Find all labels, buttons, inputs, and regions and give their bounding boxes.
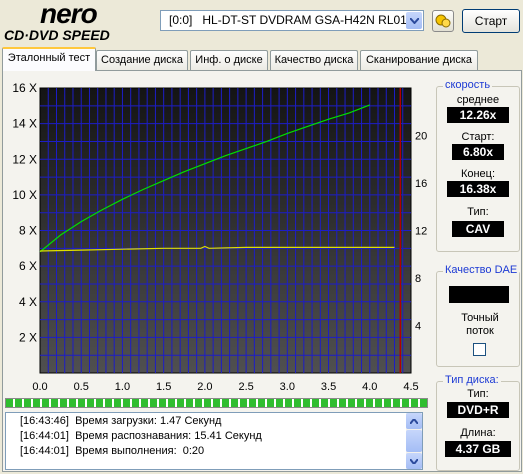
log-list[interactable]: [16:43:46] Время загрузки: 1.47 Секунд […: [5, 412, 423, 470]
avg-speed-label: среднее: [456, 94, 500, 106]
x-tick-label: 2.5: [238, 381, 253, 393]
nero-logo-bottom: CD·DVD SPEED: [4, 27, 110, 43]
log-text: Время загрузки: 1.47 Секунд: [75, 415, 222, 427]
chevron-down-icon[interactable]: [406, 12, 422, 29]
dae-group-title: Качество DAE: [443, 264, 520, 276]
x-tick-label: 2.0: [197, 381, 212, 393]
log-time: [16:43:46]: [20, 415, 69, 427]
tab-disc-scan[interactable]: Сканирование диска: [360, 50, 478, 70]
x-tick-label: 3.5: [321, 381, 336, 393]
speed-type-value: CAV: [452, 221, 504, 237]
y-left-tick-label: 16 X: [12, 81, 37, 95]
start-speed-label: Старт:: [461, 131, 495, 143]
tab-disc-quality[interactable]: Качество диска: [270, 50, 358, 70]
x-tick-label: 4.0: [362, 381, 377, 393]
log-text: Время распознавания: 15.41 Секунд: [75, 430, 262, 442]
speed-group-title: скорость: [443, 79, 493, 91]
disc-length-label: Длина:: [460, 427, 496, 439]
y-left-tick-label: 8 X: [19, 224, 37, 238]
start-button[interactable]: Старт: [462, 9, 520, 33]
log-row: [16:43:46] Время загрузки: 1.47 Секунд: [20, 415, 221, 427]
chevron-down-icon: [410, 458, 418, 464]
progress-bar: [5, 398, 428, 408]
drive-select[interactable]: [0:0] HL-DT-ST DVDRAM GSA-H42N RL01: [160, 10, 424, 31]
nero-logo: nero CD·DVD SPEED: [4, 0, 154, 44]
eject-button[interactable]: [432, 10, 454, 32]
avg-speed-value: 12.26x: [447, 107, 509, 123]
accurate-stream-label-line2: поток: [466, 325, 494, 337]
y-right-tick-label: 12: [415, 226, 427, 238]
y-left-tick-label: 2 X: [19, 330, 37, 344]
y-left-tick-label: 4 X: [19, 295, 37, 309]
accurate-stream-checkbox[interactable]: [473, 343, 486, 356]
scroll-down-button[interactable]: [406, 453, 422, 469]
log-time: [16:44:01]: [20, 445, 69, 457]
chevron-up-icon: [410, 418, 418, 424]
y-left-tick-label: 12 X: [12, 152, 37, 166]
log-row: [16:44:01] Время выполнения: 0:20: [20, 445, 204, 457]
y-right-tick-label: 4: [415, 321, 421, 333]
progress-fill: [6, 399, 427, 407]
scroll-thumb[interactable]: [406, 430, 422, 452]
tab-create-disc[interactable]: Создание диска: [96, 50, 188, 70]
eject-icon: [435, 14, 451, 28]
x-tick-label: 3.0: [280, 381, 295, 393]
y-right-tick-label: 20: [415, 131, 427, 143]
end-speed-label: Конец:: [460, 168, 496, 180]
x-tick-label: 4.5: [403, 381, 418, 393]
y-left-tick-label: 10 X: [12, 188, 37, 202]
speed-chart: 0.0 0.5 1.0 1.5 2.0 2.5 3.0 3.5 4.0 4.5 2 X 4 X 6 X 8…: [12, 81, 427, 393]
speed-type-label: Тип:: [467, 206, 489, 218]
disc-type-label: Тип:: [467, 388, 489, 400]
scroll-up-button[interactable]: [406, 413, 422, 429]
dae-value-box: [449, 286, 509, 303]
tab-disc-info[interactable]: Инф. о диске: [190, 50, 268, 70]
end-speed-value: 16.38x: [447, 181, 509, 197]
disc-type-group-title: Тип диска:: [443, 374, 501, 386]
start-speed-value: 6.80x: [452, 144, 504, 160]
y-right-tick-label: 8: [415, 273, 421, 285]
accurate-stream-label-line1: Точный: [461, 312, 499, 324]
log-row: [16:44:01] Время распознавания: 15.41 Се…: [20, 430, 262, 442]
log-text: Время выполнения: 0:20: [75, 445, 205, 457]
nero-logo-top: nero: [40, 0, 98, 29]
x-tick-label: 1.5: [156, 381, 171, 393]
log-time: [16:44:01]: [20, 430, 69, 442]
drive-select-value: [0:0] HL-DT-ST DVDRAM GSA-H42N RL01: [169, 13, 407, 27]
x-tick-label: 0.0: [32, 381, 47, 393]
tab-benchmark[interactable]: Эталонный тест: [2, 47, 96, 71]
log-scrollbar[interactable]: [406, 413, 422, 469]
disc-length-value: 4.37 GB: [445, 441, 511, 457]
disc-type-value: DVD+R: [447, 402, 509, 418]
y-left-tick-label: 14 X: [12, 117, 37, 131]
y-left-tick-label: 6 X: [19, 259, 37, 273]
x-tick-label: 0.5: [74, 381, 89, 393]
x-tick-label: 1.0: [115, 381, 130, 393]
y-right-tick-label: 16: [415, 178, 427, 190]
